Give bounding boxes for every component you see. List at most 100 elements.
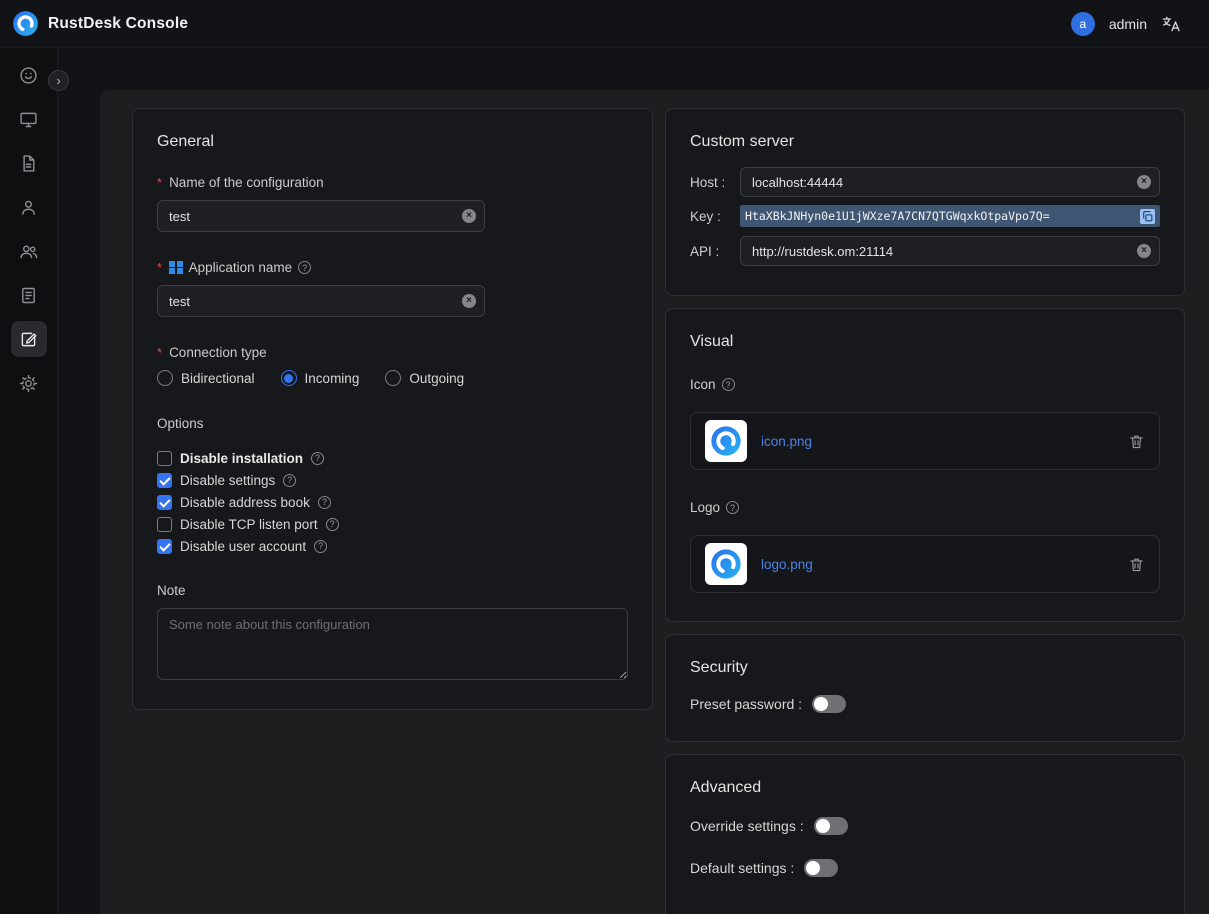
checkbox[interactable] [157, 473, 172, 488]
note-textarea[interactable] [157, 608, 628, 680]
required-asterisk: * [157, 345, 162, 360]
sidebar-item-users[interactable] [11, 189, 47, 225]
default-settings-toggle[interactable] [804, 859, 838, 877]
key-label: Key : [690, 209, 740, 224]
clear-icon[interactable]: × [1137, 244, 1151, 258]
logo-file-box: logo.png [690, 535, 1160, 593]
checkbox[interactable] [157, 517, 172, 532]
visual-card: Visual Icon ? icon.png [665, 308, 1185, 622]
chevron-right-icon: › [56, 74, 60, 87]
help-icon[interactable]: ? [726, 501, 739, 514]
general-title: General [157, 133, 628, 151]
checkbox[interactable] [157, 539, 172, 554]
sidebar-item-documents[interactable] [11, 145, 47, 181]
preset-password-label: Preset password : [690, 696, 802, 712]
general-card: General * Name of the configuration × * … [132, 108, 653, 710]
security-title: Security [690, 659, 1160, 677]
preset-password-row: Preset password : [690, 695, 1160, 713]
override-settings-label: Override settings : [690, 818, 804, 834]
help-icon[interactable]: ? [722, 378, 735, 391]
icon-file-link[interactable]: icon.png [761, 434, 1114, 449]
help-icon[interactable]: ? [318, 496, 331, 509]
logo-file-link[interactable]: logo.png [761, 557, 1114, 572]
document-icon [18, 153, 39, 174]
sidebar-item-settings[interactable] [11, 365, 47, 401]
help-icon[interactable]: ? [311, 452, 324, 465]
server-key-value[interactable]: HtaXBkJNHyn0e1U1jWXze7A7CN7QTGWqxkOtpaVp… [740, 205, 1160, 227]
custom-server-card: Custom server Host : × Key : HtaXBkJNHyn… [665, 108, 1185, 296]
clear-icon[interactable]: × [462, 294, 476, 308]
override-settings-row: Override settings : [690, 817, 1160, 835]
api-row: API : × [690, 236, 1160, 266]
name-field-label: * Name of the configuration [157, 175, 628, 190]
sidebar-item-status[interactable] [11, 57, 47, 93]
main-content: General * Name of the configuration × * … [100, 90, 1209, 914]
required-asterisk: * [157, 175, 162, 190]
radio-dot [385, 370, 401, 386]
host-input[interactable] [740, 167, 1160, 197]
app-header: RustDesk Console a admin [0, 0, 1209, 48]
preset-password-toggle[interactable] [812, 695, 846, 713]
sidebar-item-configurations[interactable] [11, 321, 47, 357]
custom-server-title: Custom server [690, 133, 1160, 151]
clear-icon[interactable]: × [1137, 175, 1151, 189]
radio-outgoing[interactable]: Outgoing [385, 370, 464, 386]
options-label: Options [157, 416, 628, 431]
application-name-input[interactable] [157, 285, 485, 317]
config-name-input[interactable] [157, 200, 485, 232]
toggle-knob [814, 697, 828, 711]
options-list: Disable installation ? Disable settings … [157, 447, 628, 557]
status-smiley-icon [18, 65, 39, 86]
radio-dot [157, 370, 173, 386]
sidebar-expand-button[interactable]: › [48, 70, 69, 91]
rustdesk-logo-icon [12, 10, 39, 37]
icon-file-box: icon.png [690, 412, 1160, 470]
logo-label: Logo ? [690, 500, 1160, 515]
avatar[interactable]: a [1071, 12, 1095, 36]
clear-icon[interactable]: × [462, 209, 476, 223]
sidebar-item-groups[interactable] [11, 233, 47, 269]
radio-bidirectional[interactable]: Bidirectional [157, 370, 255, 386]
rustdesk-logo-icon [710, 548, 742, 580]
option-disable-settings: Disable settings ? [157, 469, 628, 491]
override-settings-toggle[interactable] [814, 817, 848, 835]
app-title: RustDesk Console [48, 15, 188, 33]
api-input[interactable] [740, 236, 1160, 266]
radio-incoming[interactable]: Incoming [281, 370, 360, 386]
api-label: API : [690, 244, 740, 259]
connection-type-radios: Bidirectional Incoming Outgoing [157, 370, 628, 386]
icon-label: Icon ? [690, 377, 1160, 392]
rustdesk-logo-icon [710, 425, 742, 457]
option-disable-installation: Disable installation ? [157, 447, 628, 469]
icon-thumbnail [705, 420, 747, 462]
connection-type-label: * Connection type [157, 345, 628, 360]
required-asterisk: * [157, 260, 162, 275]
checkbox[interactable] [157, 495, 172, 510]
advanced-title: Advanced [690, 779, 1160, 797]
copy-icon[interactable] [1140, 209, 1155, 224]
note-label: Note [157, 583, 628, 598]
host-label: Host : [690, 175, 740, 190]
sidebar-item-logs[interactable] [11, 277, 47, 313]
toggle-knob [806, 861, 820, 875]
logo-thumbnail [705, 543, 747, 585]
help-icon[interactable]: ? [298, 261, 311, 274]
trash-icon[interactable] [1128, 556, 1145, 573]
checkbox[interactable] [157, 451, 172, 466]
gear-icon [18, 373, 39, 394]
trash-icon[interactable] [1128, 433, 1145, 450]
users-group-icon [18, 241, 39, 262]
user-icon [18, 197, 39, 218]
help-icon[interactable]: ? [314, 540, 327, 553]
toggle-knob [816, 819, 830, 833]
user-name[interactable]: admin [1109, 16, 1147, 32]
translate-icon[interactable] [1161, 14, 1181, 34]
option-disable-address-book: Disable address book ? [157, 491, 628, 513]
option-disable-tcp-listen-port: Disable TCP listen port ? [157, 513, 628, 535]
windows-icon [169, 261, 183, 275]
help-icon[interactable]: ? [326, 518, 339, 531]
sidebar-item-devices[interactable] [11, 101, 47, 137]
host-row: Host : × [690, 167, 1160, 197]
help-icon[interactable]: ? [283, 474, 296, 487]
security-card: Security Preset password : [665, 634, 1185, 742]
